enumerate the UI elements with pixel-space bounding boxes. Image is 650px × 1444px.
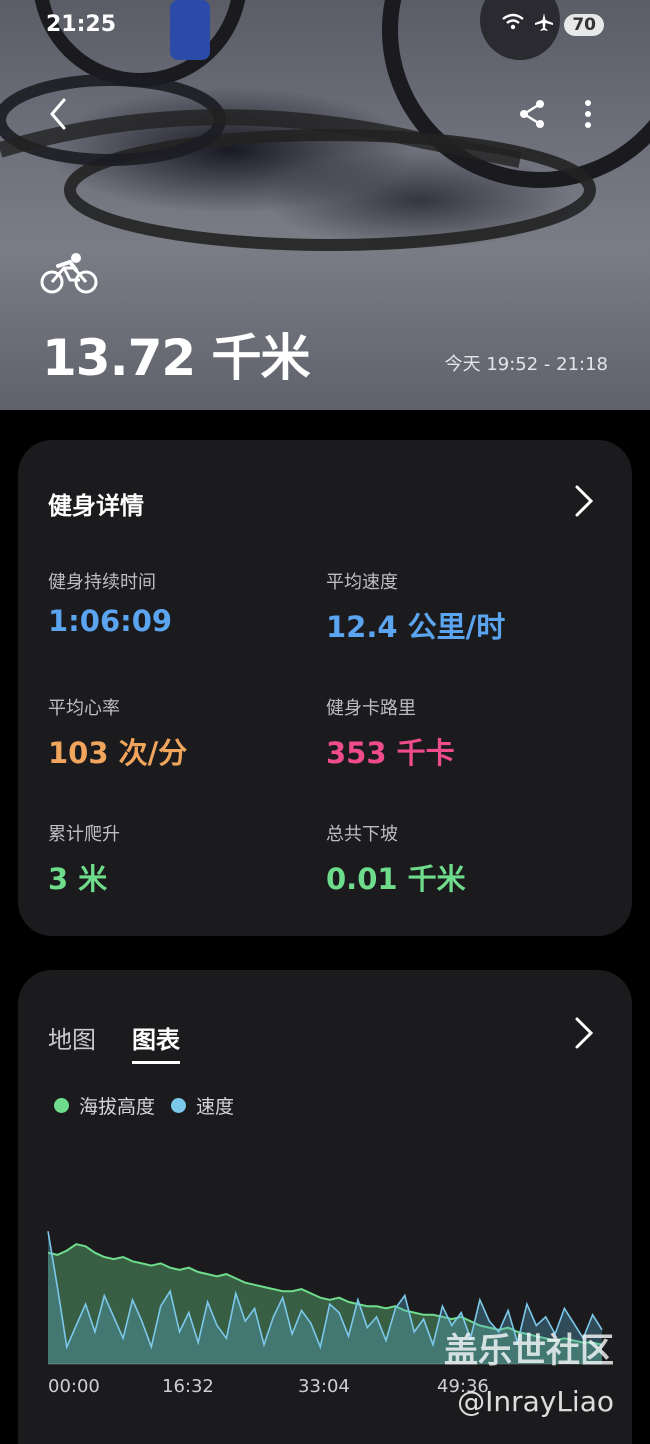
metric-label: 总共下坡 [326, 824, 398, 845]
back-button[interactable] [36, 92, 80, 136]
status-time: 21:25 [46, 12, 117, 37]
hero-banner: 21:25 70 13.72 千米 今天 19:52 - 21:18 [0, 0, 650, 410]
chart-card: 地图 图表 海拔高度 速度 00:00 16:32 33:04 49:36 盖乐… [18, 970, 632, 1444]
metric-value: 0.01 千米 [326, 862, 466, 896]
back-arrow-icon [50, 98, 66, 130]
workout-time-range: 今天 19:52 - 21:18 [444, 354, 608, 375]
chevron-right-icon[interactable] [572, 484, 596, 518]
x-tick-label: 33:04 [298, 1376, 350, 1397]
x-tick-label: 00:00 [48, 1376, 100, 1397]
metric-avg-heart-rate: 平均心率 103 次/分 [48, 694, 187, 772]
details-title: 健身详情 [48, 492, 144, 520]
watermark-user: @InrayLiao [457, 1385, 614, 1418]
metric-duration: 健身持续时间 1:06:09 [48, 568, 172, 638]
metric-calories: 健身卡路里 353 千卡 [326, 694, 455, 772]
metric-value: 3 米 [48, 862, 108, 896]
metric-elevation-gain: 累计爬升 3 米 [48, 820, 120, 898]
metric-value: 353 千卡 [326, 736, 455, 770]
share-icon [520, 100, 544, 128]
metric-label: 健身卡路里 [326, 698, 416, 719]
metric-avg-speed: 平均速度 12.4 公里/时 [326, 568, 505, 646]
metric-value: 103 次/分 [48, 736, 188, 770]
altitude-speed-chart [47, 1231, 603, 1365]
workout-details-card: 健身详情 健身持续时间 1:06:09 平均速度 12.4 公里/时 平均心率 … [18, 440, 632, 936]
x-tick-label: 16:32 [162, 1376, 214, 1397]
more-vertical-icon [585, 100, 591, 128]
total-distance: 13.72 千米 [42, 329, 311, 387]
metric-label: 平均心率 [48, 698, 120, 719]
metric-label: 健身持续时间 [48, 572, 156, 593]
metric-value: 12.4 公里/时 [326, 610, 506, 644]
more-options-button[interactable] [566, 92, 610, 136]
share-button[interactable] [510, 92, 554, 136]
wifi-icon [502, 13, 525, 36]
metric-label: 平均速度 [326, 572, 398, 593]
airplane-icon [534, 12, 554, 37]
cycling-icon [40, 252, 100, 298]
metric-value: 1:06:09 [48, 604, 173, 638]
watermark-text: 盖乐世社区 [444, 1331, 614, 1371]
status-icons: 70 [502, 12, 604, 37]
metric-label: 累计爬升 [48, 824, 120, 845]
metric-total-descent: 总共下坡 0.01 千米 [326, 820, 466, 898]
battery-indicator: 70 [564, 13, 604, 36]
